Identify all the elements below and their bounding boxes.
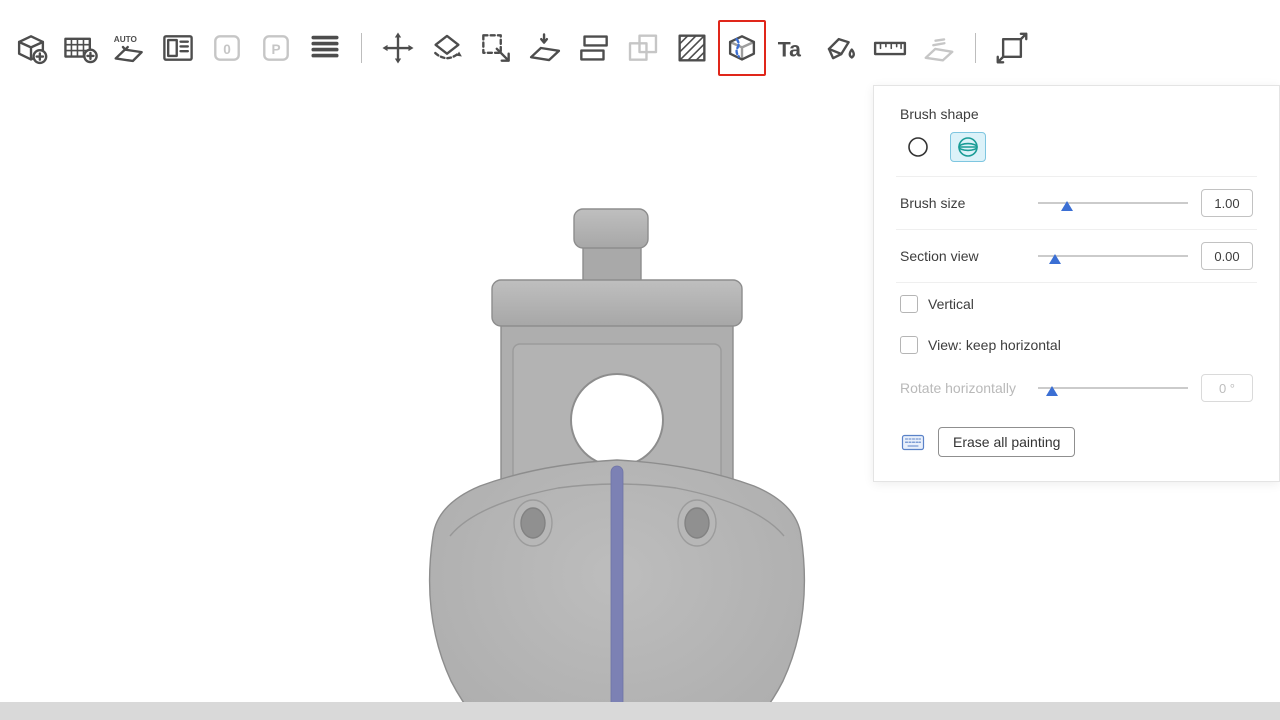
- rotate-horizontally-slider[interactable]: [1038, 378, 1188, 398]
- text-tool-button[interactable]: Ta: [769, 23, 815, 73]
- circle-brush-option[interactable]: [900, 132, 936, 162]
- plate-settings-button: P: [253, 23, 299, 73]
- rotate-horizontally-row: Rotate horizontally 0 °: [900, 365, 1253, 411]
- toolbar-separator: [975, 33, 976, 63]
- rotate-horizontally-slider-thumb[interactable]: [1046, 386, 1058, 396]
- section-view-slider[interactable]: [1038, 246, 1188, 266]
- support-painting-button: [916, 23, 962, 73]
- viewport-bottom-band: [0, 702, 1280, 720]
- benchy-funnel-rim: [574, 209, 648, 248]
- cut-button[interactable]: [571, 23, 617, 73]
- section-view-label: Section view: [900, 248, 1038, 264]
- sphere-brush-icon: [955, 134, 981, 160]
- svg-text:AUTO: AUTO: [114, 35, 138, 44]
- measure-button[interactable]: [867, 23, 913, 73]
- section-view-slider-track[interactable]: [1038, 255, 1188, 257]
- sphere-brush-option[interactable]: [950, 132, 986, 162]
- top-toolbar: AUTO 0 P: [0, 0, 1280, 86]
- benchy-window-hole: [571, 374, 663, 466]
- brush-shape-options: [900, 132, 1253, 176]
- seam-painting-panel: Brush shape Brush size 1.: [873, 85, 1280, 482]
- keep-horizontal-checkbox[interactable]: [900, 336, 918, 354]
- layer-height-button[interactable]: [669, 23, 715, 73]
- erase-row: Erase all painting: [900, 427, 1253, 457]
- add-plate-button[interactable]: [57, 23, 103, 73]
- keep-horizontal-row: View: keep horizontal: [900, 324, 1253, 365]
- scale-button[interactable]: [473, 23, 519, 73]
- brush-size-slider[interactable]: [1038, 193, 1188, 213]
- zero-badge-button: 0: [204, 23, 250, 73]
- brush-size-label: Brush size: [900, 195, 1038, 211]
- auto-orient-button[interactable]: AUTO: [106, 23, 152, 73]
- erase-all-painting-button[interactable]: Erase all painting: [938, 427, 1075, 457]
- rotate-horizontally-label: Rotate horizontally: [900, 380, 1038, 396]
- arrange-button[interactable]: [155, 23, 201, 73]
- place-on-face-button[interactable]: [522, 23, 568, 73]
- color-painting-button[interactable]: [818, 23, 864, 73]
- assembly-view-button[interactable]: [989, 23, 1035, 73]
- section-view-slider-thumb[interactable]: [1049, 254, 1061, 264]
- svg-text:Ta: Ta: [778, 39, 801, 62]
- seam-painting-button[interactable]: [718, 20, 766, 76]
- move-button[interactable]: [375, 23, 421, 73]
- section-view-value[interactable]: 0.00: [1201, 242, 1253, 270]
- benchy-hawse-hole-right: [685, 508, 709, 538]
- svg-text:0: 0: [223, 42, 231, 57]
- benchy-hawse-hole-left: [521, 508, 545, 538]
- toolbar-separator: [361, 33, 362, 63]
- rotate-button[interactable]: [424, 23, 470, 73]
- add-object-button[interactable]: [8, 23, 54, 73]
- vertical-checkbox[interactable]: [900, 295, 918, 313]
- brush-size-row: Brush size 1.00: [900, 177, 1253, 229]
- slicer-window: AUTO 0 P: [0, 0, 1280, 720]
- brush-size-slider-thumb[interactable]: [1061, 201, 1073, 211]
- section-view-row: Section view 0.00: [900, 230, 1253, 282]
- seam-paint-stripe: [611, 466, 623, 720]
- brush-size-value[interactable]: 1.00: [1201, 189, 1253, 217]
- circle-brush-icon: [909, 138, 927, 156]
- vertical-label: Vertical: [928, 296, 974, 312]
- variable-layers-button[interactable]: [302, 23, 348, 73]
- vertical-row: Vertical: [900, 283, 1253, 324]
- benchy-cabin-roof: [492, 280, 742, 326]
- split-to-parts-button: [620, 23, 666, 73]
- rotate-horizontally-value[interactable]: 0 °: [1201, 374, 1253, 402]
- keep-horizontal-label: View: keep horizontal: [928, 337, 1061, 353]
- brush-shape-label: Brush shape: [900, 102, 1253, 132]
- rotate-horizontally-slider-track[interactable]: [1038, 387, 1188, 389]
- svg-text:P: P: [271, 42, 280, 57]
- keyboard-shortcut-icon: [900, 433, 926, 452]
